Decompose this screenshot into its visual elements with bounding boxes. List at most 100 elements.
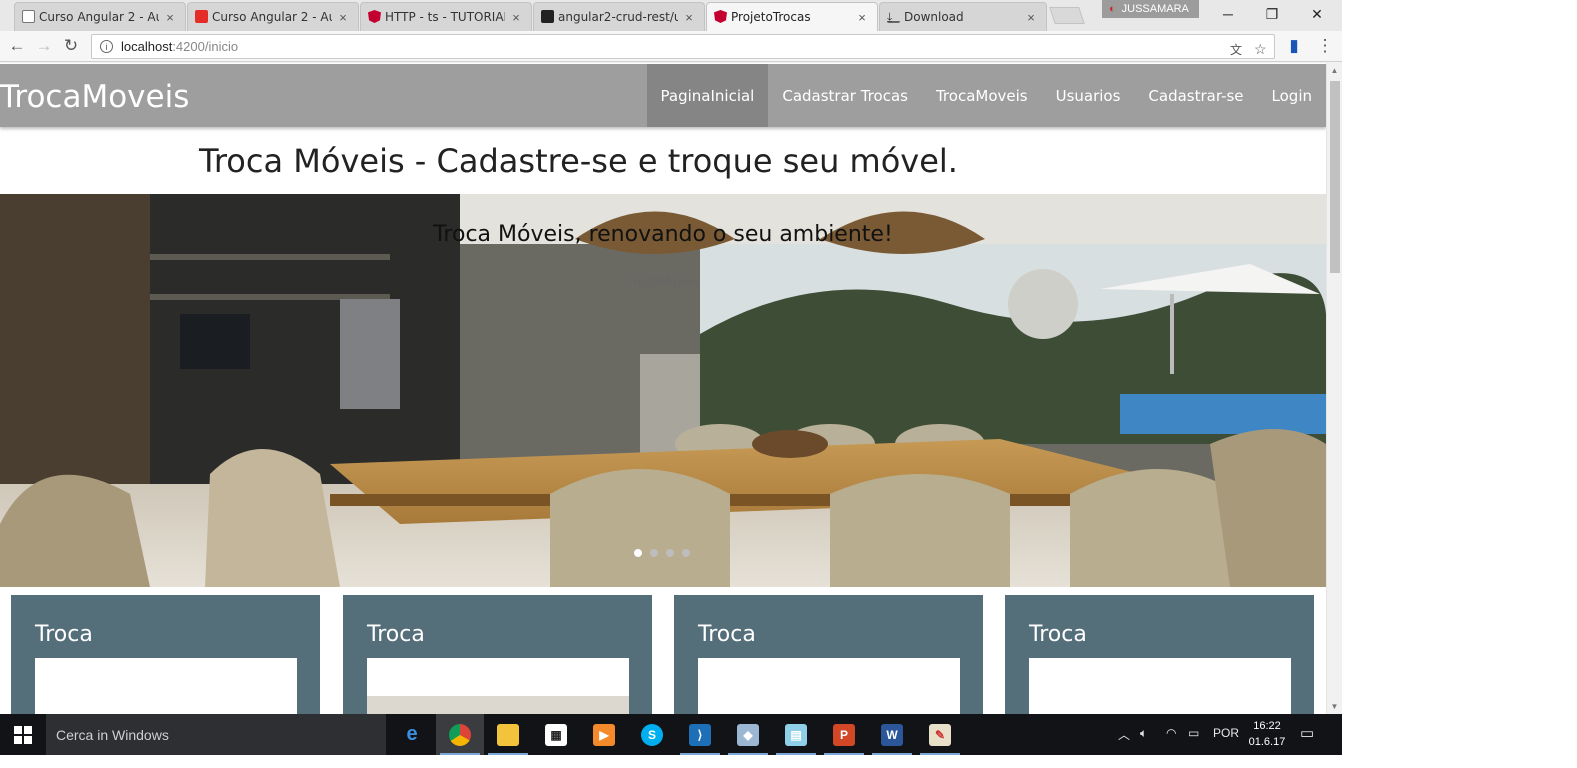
nav-links: PaginaInicial Cadastrar Trocas TrocaMove… <box>646 64 1326 127</box>
carousel-dot[interactable] <box>634 549 642 557</box>
word-icon: W <box>881 723 903 746</box>
wifi-icon[interactable]: ◠ <box>1166 726 1176 740</box>
volume-icon[interactable]: 🔈︎ <box>1140 726 1147 741</box>
tab-http-tutorial[interactable]: HTTP - ts - TUTORIAL × <box>360 2 532 31</box>
page: TrocaMoveis PaginaInicial Cadastrar Troc… <box>0 63 1326 714</box>
file-explorer-icon <box>497 723 519 746</box>
tab-projetotrocas[interactable]: ProjetoTrocas × <box>706 2 878 31</box>
close-tab-icon[interactable]: × <box>163 10 177 25</box>
tab-label: angular2-crud-rest/u <box>558 10 678 24</box>
screen: Curso Angular 2 - Aul × Curso Angular 2 … <box>0 0 1577 768</box>
browser-window: Curso Angular 2 - Aul × Curso Angular 2 … <box>0 0 1342 714</box>
bookmark-extension-button[interactable]: ▮ <box>1283 35 1305 57</box>
reload-button[interactable]: ↻ <box>60 35 82 57</box>
tab-download[interactable]: ⤓ Download × <box>879 2 1047 31</box>
carousel-dot[interactable] <box>650 549 658 557</box>
restore-button[interactable]: ❐ <box>1250 0 1294 28</box>
taskbar-app-virtualbox[interactable]: ◆ <box>724 714 772 755</box>
site-brand[interactable]: TrocaMoveis <box>0 79 189 115</box>
nav-cadastrar-se[interactable]: Cadastrar-se <box>1134 64 1257 127</box>
battery-icon[interactable]: ▭ <box>1188 726 1199 740</box>
carousel-subcaption: TrocaMoveis <box>626 274 700 289</box>
address-bar[interactable]: i localhost:4200/inicio 文 ☆ <box>91 34 1275 59</box>
close-tab-icon[interactable]: × <box>509 10 523 25</box>
close-tab-icon[interactable]: × <box>682 10 696 25</box>
carousel-dot[interactable] <box>682 549 690 557</box>
start-button[interactable] <box>0 714 46 755</box>
scroll-down-icon[interactable]: ▼ <box>1327 699 1342 714</box>
close-tab-icon[interactable]: × <box>336 10 350 25</box>
arrow-left-icon: ← <box>8 36 26 55</box>
carousel-indicators <box>634 549 690 557</box>
taskbar-app-notepad[interactable]: ▤ <box>772 714 820 755</box>
troca-card[interactable]: Troca <box>11 595 320 714</box>
edge-icon: e <box>406 723 418 745</box>
scrollbar-thumb[interactable] <box>1330 81 1340 273</box>
forward-button[interactable]: → <box>33 35 55 57</box>
site-navbar: TrocaMoveis PaginaInicial Cadastrar Troc… <box>0 64 1326 127</box>
image-carousel[interactable]: Troca Móveis, renovando o seu ambiente! … <box>0 194 1326 587</box>
back-button[interactable]: ← <box>6 35 28 57</box>
taskbar-app-store[interactable]: ▦ <box>532 714 580 755</box>
info-icon[interactable]: i <box>100 40 113 53</box>
new-tab-button[interactable] <box>1049 7 1085 24</box>
browser-toolbar: ← → ↻ i localhost:4200/inicio 文 ☆ ▮ ⋮ <box>0 31 1342 62</box>
clock-date: 01.6.17 <box>1248 736 1286 748</box>
action-center-icon[interactable]: ▭ <box>1300 724 1314 742</box>
taskbar-search[interactable]: Cerca in Windows <box>46 714 386 755</box>
scroll-up-icon[interactable]: ▲ <box>1327 63 1342 78</box>
angular-icon <box>714 10 727 23</box>
tab-label: Curso Angular 2 - Aul <box>212 10 332 24</box>
card-image <box>367 658 629 714</box>
translate-icon[interactable]: 文 <box>1230 41 1242 58</box>
close-tab-icon[interactable]: × <box>1024 10 1038 25</box>
clock-time: 16:22 <box>1253 720 1281 732</box>
taskbar-clock[interactable]: 16:22 01.6.17 <box>1244 718 1290 750</box>
tab-angular2-crud-rest[interactable]: angular2-crud-rest/u × <box>533 2 705 31</box>
card-image <box>35 658 297 714</box>
taskbar-app-paint[interactable]: ✎ <box>916 714 964 755</box>
profile-icon: ◐ <box>1109 3 1116 15</box>
troca-card[interactable]: Troca <box>1005 595 1314 714</box>
tab-label: Curso Angular 2 - Aul <box>39 10 159 24</box>
nav-trocamoveis[interactable]: TrocaMoveis <box>922 64 1042 127</box>
close-window-button[interactable]: ✕ <box>1295 0 1339 28</box>
visual-studio-code-icon: ⟩ <box>689 723 711 746</box>
chrome-icon <box>449 723 471 746</box>
paint-icon: ✎ <box>929 723 951 746</box>
taskbar-app-word[interactable]: W <box>868 714 916 755</box>
windows-logo-icon <box>14 725 32 744</box>
notepad-icon: ▤ <box>785 723 807 746</box>
nav-cadastrar-trocas[interactable]: Cadastrar Trocas <box>768 64 922 127</box>
more-vertical-icon: ⋮ <box>1316 36 1334 55</box>
star-icon[interactable]: ☆ <box>1254 41 1267 58</box>
troca-card[interactable]: Troca <box>343 595 652 714</box>
nav-pagina-inicial[interactable]: PaginaInicial <box>646 64 769 127</box>
tab-curso-angular-1[interactable]: Curso Angular 2 - Aul × <box>14 2 186 31</box>
menu-button[interactable]: ⋮ <box>1314 35 1336 57</box>
nav-usuarios[interactable]: Usuarios <box>1042 64 1135 127</box>
profile-name: JUSSAMARA <box>1121 3 1189 15</box>
troca-card[interactable]: Troca <box>674 595 983 714</box>
language-indicator[interactable]: POR <box>1213 726 1239 740</box>
close-tab-icon[interactable]: × <box>855 10 869 25</box>
tab-label: HTTP - ts - TUTORIAL <box>385 10 505 24</box>
taskbar-app-vscode[interactable]: ⟩ <box>676 714 724 755</box>
document-icon <box>22 10 35 23</box>
minimize-button[interactable]: ─ <box>1206 0 1250 28</box>
taskbar-app-chrome[interactable] <box>436 714 484 755</box>
taskbar-app-explorer[interactable] <box>484 714 532 755</box>
page-scrollbar[interactable]: ▲ ▼ <box>1326 63 1342 714</box>
tab-curso-angular-2[interactable]: Curso Angular 2 - Aul × <box>187 2 359 31</box>
taskbar-app-powerpoint[interactable]: P <box>820 714 868 755</box>
carousel-dot[interactable] <box>666 549 674 557</box>
nav-login[interactable]: Login <box>1258 64 1326 127</box>
taskbar-app-edge[interactable]: e <box>388 714 436 755</box>
profile-button[interactable]: ◐ JUSSAMARA <box>1102 0 1199 18</box>
show-hidden-icons-icon[interactable]: ︿ <box>1118 726 1130 743</box>
url-path: :4200/inicio <box>172 39 239 54</box>
taskbar-app-skype[interactable]: S <box>628 714 676 755</box>
taskbar-app-media[interactable]: ▶ <box>580 714 628 755</box>
youtube-icon <box>195 10 208 23</box>
url-host: localhost <box>121 39 173 54</box>
